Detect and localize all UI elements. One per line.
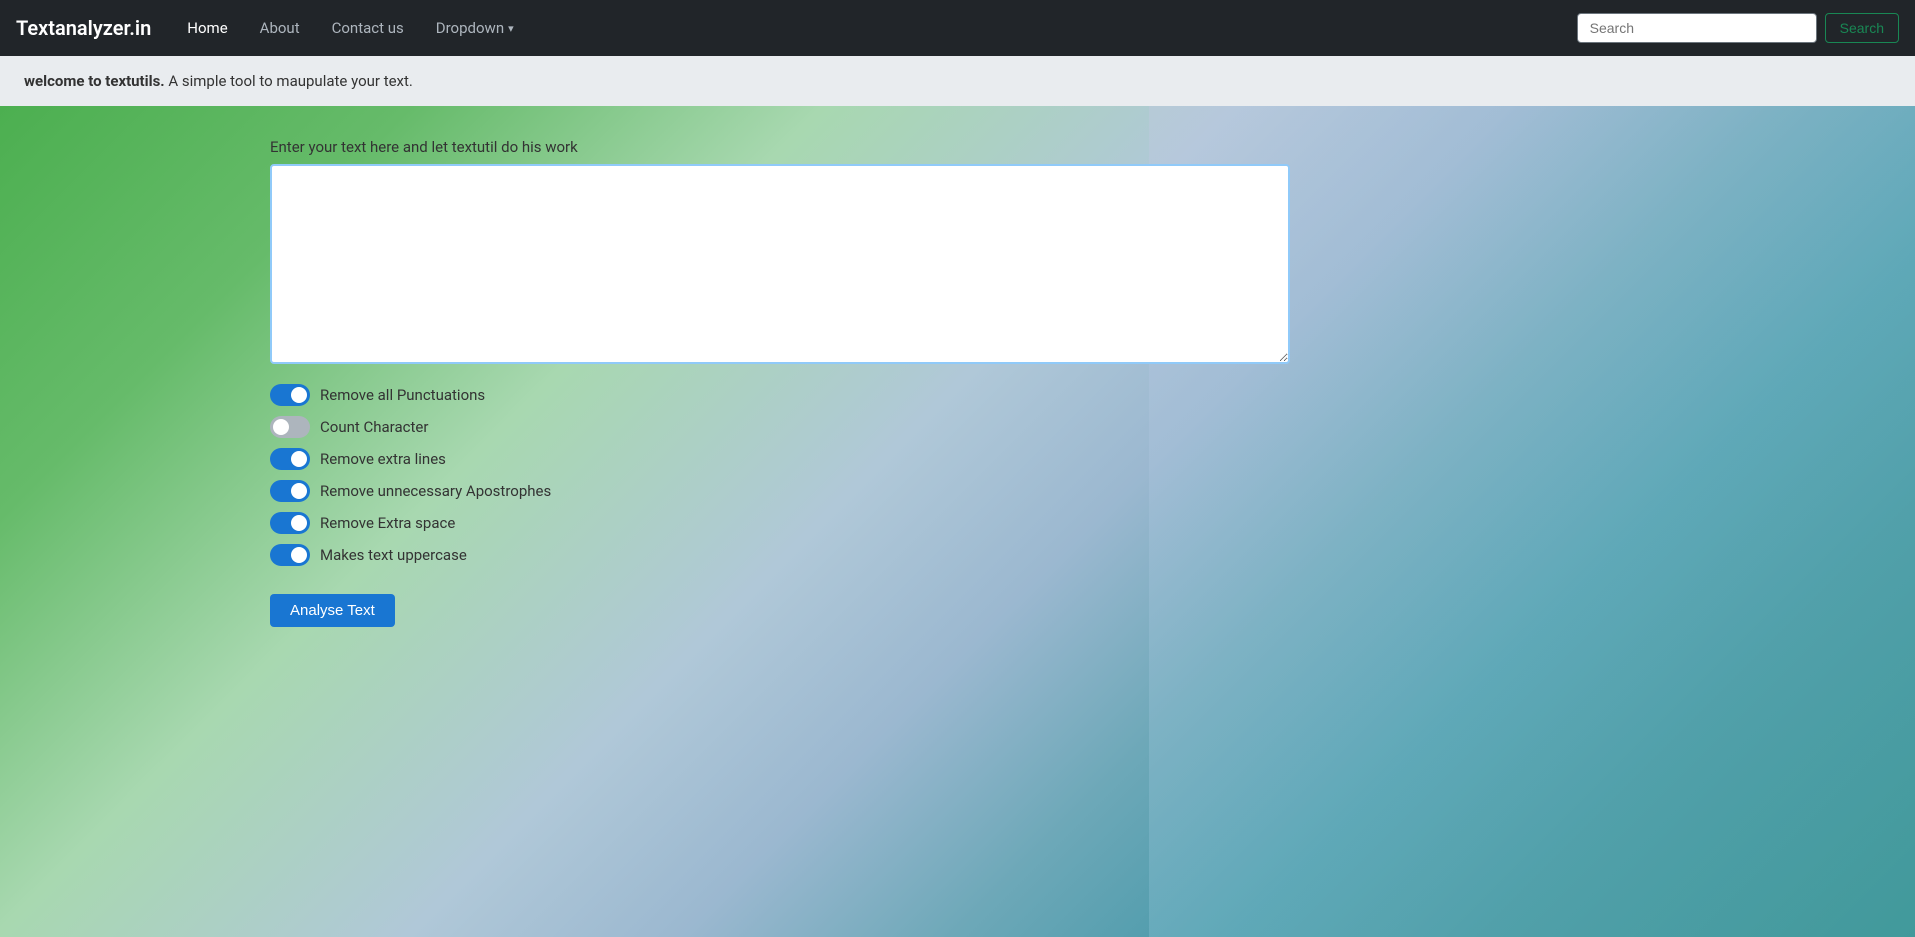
toggle-row-space: Remove Extra space xyxy=(270,512,1320,534)
content-wrapper: Enter your text here and let textutil do… xyxy=(270,138,1320,627)
toggle-row-punctuations: Remove all Punctuations xyxy=(270,384,1320,406)
toggle-label-count: Count Character xyxy=(320,418,428,436)
toggle-slider-space xyxy=(270,512,310,534)
toggle-row-lines: Remove extra lines xyxy=(270,448,1320,470)
toggle-slider-uppercase xyxy=(270,544,310,566)
textarea-label: Enter your text here and let textutil do… xyxy=(270,138,1320,156)
toggle-apostrophes[interactable] xyxy=(270,480,310,502)
nav-link-home[interactable]: Home xyxy=(175,11,239,45)
welcome-bold: welcome to textutils. xyxy=(24,72,165,90)
dropdown-label: Dropdown xyxy=(436,19,504,37)
nav-dropdown[interactable]: Dropdown ▾ xyxy=(424,11,526,45)
search-button[interactable]: Search xyxy=(1825,13,1899,43)
chevron-down-icon: ▾ xyxy=(508,22,514,35)
nav-link-contact[interactable]: Contact us xyxy=(320,11,416,45)
welcome-text: A simple tool to maupulate your text. xyxy=(165,72,413,90)
navbar: Textanalyzer.in Home About Contact us Dr… xyxy=(0,0,1915,56)
navbar-brand[interactable]: Textanalyzer.in xyxy=(16,16,151,40)
search-input[interactable] xyxy=(1577,13,1817,43)
toggle-slider-lines xyxy=(270,448,310,470)
toggle-lines[interactable] xyxy=(270,448,310,470)
toggle-row-apostrophes: Remove unnecessary Apostrophes xyxy=(270,480,1320,502)
toggle-label-lines: Remove extra lines xyxy=(320,450,446,468)
text-input[interactable] xyxy=(270,164,1290,364)
toggle-slider-apostrophes xyxy=(270,480,310,502)
toggle-label-space: Remove Extra space xyxy=(320,514,455,532)
toggles-section: Remove all Punctuations Count Character … xyxy=(270,384,1320,566)
welcome-bar: welcome to textutils. A simple tool to m… xyxy=(0,56,1915,106)
toggle-slider-punctuations xyxy=(270,384,310,406)
toggle-row-count: Count Character xyxy=(270,416,1320,438)
toggle-label-apostrophes: Remove unnecessary Apostrophes xyxy=(320,482,551,500)
nav-link-about[interactable]: About xyxy=(248,11,312,45)
toggle-uppercase[interactable] xyxy=(270,544,310,566)
toggle-count[interactable] xyxy=(270,416,310,438)
analyse-button[interactable]: Analyse Text xyxy=(270,594,395,627)
nav-links: Home About Contact us Dropdown ▾ xyxy=(175,11,1576,45)
toggle-space[interactable] xyxy=(270,512,310,534)
toggle-label-uppercase: Makes text uppercase xyxy=(320,546,467,564)
toggle-punctuations[interactable] xyxy=(270,384,310,406)
toggle-row-uppercase: Makes text uppercase xyxy=(270,544,1320,566)
toggle-slider-count xyxy=(270,416,310,438)
navbar-search: Search xyxy=(1577,13,1899,43)
toggle-label-punctuations: Remove all Punctuations xyxy=(320,386,485,404)
main-content: Enter your text here and let textutil do… xyxy=(0,106,1915,937)
